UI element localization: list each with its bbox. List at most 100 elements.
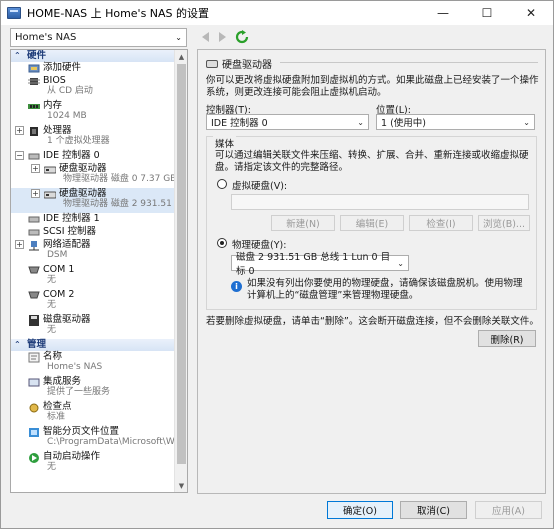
ok-button[interactable]: 确定(O) [327, 501, 393, 519]
tree-item-sub: Home's NAS [47, 362, 103, 372]
ide-controller-icon [28, 151, 40, 162]
expand-icon[interactable]: + [15, 126, 24, 135]
virtual-disk-radio[interactable] [217, 179, 227, 189]
tree-item-label: 硬盘驱动器 [59, 163, 107, 174]
remove-description: 若要删除虚拟硬盘，请单击“删除”。这会断开磁盘连接，但不会删除关联文件。 [206, 316, 539, 327]
forward-icon[interactable] [215, 30, 229, 44]
tree-item-sub: DSM [47, 250, 68, 260]
tree-item-label: COM 1 [43, 264, 75, 275]
physical-disk-radio[interactable] [217, 238, 227, 248]
com-port-icon [28, 290, 40, 301]
management-section-header[interactable]: ⌃ 管理 [11, 339, 175, 351]
chevron-down-icon: ⌄ [357, 117, 364, 127]
tree-item-label: 磁盘驱动器 [43, 314, 91, 325]
back-icon[interactable] [199, 30, 213, 44]
tree-item-integration-services[interactable]: 集成服务 提供了一些服务 [11, 376, 175, 401]
edit-button[interactable]: 编辑(E) [340, 215, 404, 231]
ide-controller-icon [28, 214, 40, 225]
tree-item-sub: 1 个虚拟处理器 [47, 136, 110, 146]
tree-item-bios[interactable]: BIOS 从 CD 启动 [11, 75, 175, 100]
apply-button[interactable]: 应用(A) [475, 501, 542, 519]
tree-item-sub: 1024 MB [47, 111, 87, 121]
expand-icon[interactable]: + [15, 240, 24, 249]
hardware-header-label: 硬件 [27, 50, 47, 61]
tree-item-hard-drive-0[interactable]: + 硬盘驱动器 物理驱动器 磁盘 0 7.37 GB ... [11, 163, 175, 188]
tree-item-add-hardware[interactable]: 添加硬件 [11, 62, 175, 75]
controller-select[interactable]: IDE 控制器 0 ⌄ [206, 114, 369, 130]
tree-item-memory[interactable]: 内存 1024 MB [11, 100, 175, 125]
tree-item-processor[interactable]: + 处理器 1 个虚拟处理器 [11, 125, 175, 150]
hard-drive-icon [43, 189, 57, 200]
title-bar: HOME-NAS 上 Home's NAS 的设置 — ☐ ✕ [1, 1, 553, 25]
tree-item-label: 内存 [43, 100, 63, 111]
media-group-title: 媒体 [213, 136, 237, 150]
chevron-down-icon: ⌄ [397, 258, 404, 268]
window-title: HOME-NAS 上 Home's NAS 的设置 [27, 7, 210, 20]
tree-scrollbar[interactable]: ▲ ▼ [174, 50, 187, 492]
vm-select[interactable]: Home's NAS ⌄ [10, 28, 187, 47]
expand-icon[interactable]: + [31, 189, 40, 198]
app-icon [7, 7, 21, 19]
inspect-button[interactable]: 检查(I) [409, 215, 473, 231]
tree-item-name[interactable]: 名称 Home's NAS [11, 351, 175, 376]
toolbar: Home's NAS ⌄ [1, 26, 553, 48]
scroll-down-icon[interactable]: ▼ [175, 479, 187, 492]
tree-item-scsi-controller[interactable]: SCSI 控制器 [11, 226, 175, 239]
dialog-footer: 确定(O) 取消(C) 应用(A) [1, 496, 553, 528]
scrollbar-thumb[interactable] [177, 64, 186, 464]
tree-item-smart-paging[interactable]: 智能分页文件位置 C:\ProgramData\Microsoft\Win... [11, 426, 175, 451]
tree-item-ide-controller-0[interactable]: − IDE 控制器 0 [11, 150, 175, 163]
hardware-section-header[interactable]: ⌃ 硬件 [11, 50, 175, 62]
maximize-button[interactable]: ☐ [465, 1, 509, 25]
tree-item-label: 硬盘驱动器 [59, 188, 107, 199]
bios-chip-icon [28, 76, 40, 87]
tree-item-sub: 物理驱动器 磁盘 2 931.51 GB [63, 199, 175, 209]
refresh-icon[interactable] [235, 30, 249, 44]
tree-item-hard-drive-1[interactable]: + 硬盘驱动器 物理驱动器 磁盘 2 931.51 GB [11, 188, 175, 213]
expand-icon[interactable]: + [31, 164, 40, 173]
physical-disk-info: 如果没有列出你要使用的物理硬盘，请确保该磁盘脱机。使用物理计算机上的“磁盘管理”… [247, 278, 523, 301]
virtual-disk-path-input[interactable] [231, 194, 529, 210]
tree-item-sub: 提供了一些服务 [47, 387, 111, 397]
panel-description: 你可以更改将虚拟硬盘附加到虚拟机的方式。如果此磁盘上已经安装了一个操作系统，则更… [206, 75, 539, 98]
scroll-up-icon[interactable]: ▲ [175, 50, 187, 63]
hard-drive-icon [43, 164, 57, 175]
close-button[interactable]: ✕ [509, 1, 553, 25]
chevron-down-icon: ⌄ [175, 33, 182, 42]
add-hardware-icon [28, 63, 40, 74]
com-port-icon [28, 265, 40, 276]
tree-item-ide-controller-1[interactable]: IDE 控制器 1 [11, 213, 175, 226]
hard-drive-settings-panel: 硬盘驱动器 你可以更改将虚拟硬盘附加到虚拟机的方式。如果此磁盘上已经安装了一个操… [197, 49, 546, 494]
smart-paging-icon [28, 427, 40, 438]
physical-disk-select[interactable]: 磁盘 2 931.51 GB 总线 1 Lun 0 目标 0 ⌄ [231, 252, 409, 277]
settings-window: HOME-NAS 上 Home's NAS 的设置 — ☐ ✕ Home's N… [0, 0, 554, 529]
network-adapter-icon [28, 240, 40, 251]
tree-item-label: 网络适配器 [43, 239, 91, 250]
scsi-controller-icon [28, 227, 40, 238]
hard-drive-icon [206, 59, 218, 68]
tree-item-label: 添加硬件 [43, 62, 82, 73]
tree-item-network-adapter[interactable]: + 网络适配器 DSM [11, 239, 175, 264]
panel-title: 硬盘驱动器 [206, 56, 272, 71]
tree-item-com2[interactable]: COM 2 无 [11, 289, 175, 314]
management-header-label: 管理 [27, 339, 47, 350]
tree-item-label: 自动启动操作 [43, 451, 101, 462]
cancel-button[interactable]: 取消(C) [400, 501, 467, 519]
browse-button[interactable]: 浏览(B)... [478, 215, 530, 231]
minimize-button[interactable]: — [421, 1, 465, 25]
new-button[interactable]: 新建(N) [271, 215, 335, 231]
tree-item-label: COM 2 [43, 289, 75, 300]
tree-item-label: 智能分页文件位置 [43, 426, 120, 437]
tree-item-auto-start[interactable]: 自动启动操作 无 [11, 451, 175, 476]
tree-item-checkpoints[interactable]: 检查点 标准 [11, 401, 175, 426]
collapse-icon[interactable]: − [15, 151, 24, 160]
tree-item-sub: C:\ProgramData\Microsoft\Win... [47, 437, 175, 447]
tree-item-diskette-drive[interactable]: 磁盘驱动器 无 [11, 314, 175, 339]
media-group: 媒体 可以通过编辑关联文件来压缩、转换、扩展、合并、重新连接或收缩虚拟硬盘。请指… [206, 136, 537, 310]
tree-item-label: IDE 控制器 0 [43, 150, 100, 161]
location-select[interactable]: 1 (使用中) ⌄ [376, 114, 535, 130]
tree-item-com1[interactable]: COM 1 无 [11, 264, 175, 289]
remove-button[interactable]: 删除(R) [478, 330, 536, 347]
panel-title-label: 硬盘驱动器 [222, 60, 272, 71]
memory-icon [28, 101, 40, 112]
